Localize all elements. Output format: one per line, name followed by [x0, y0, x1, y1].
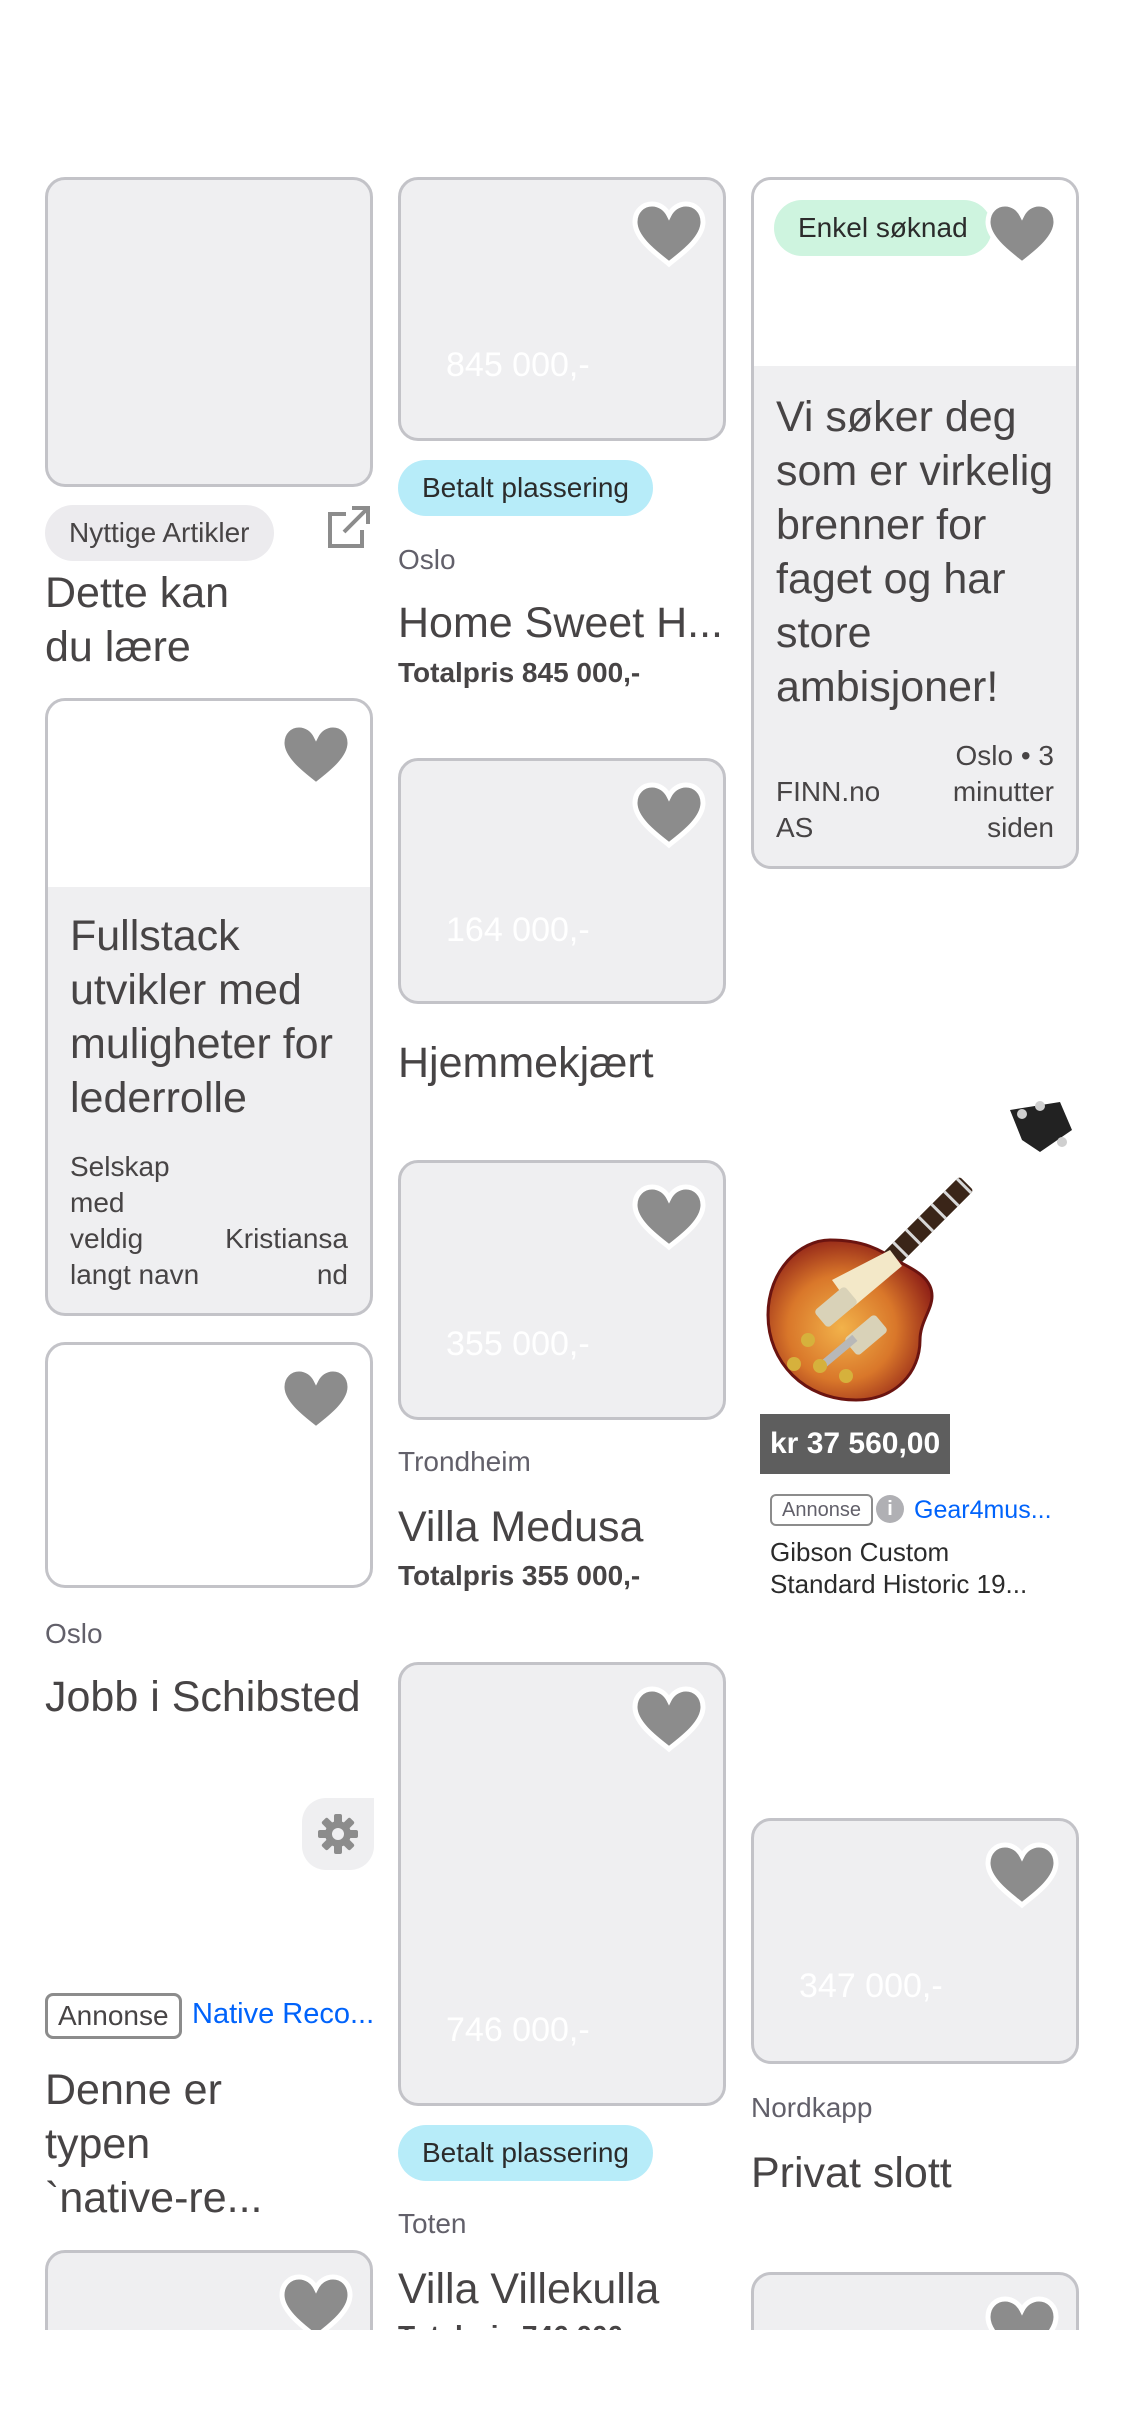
paid-placement-pill: Betalt plassering — [398, 2125, 654, 2181]
native-ad-title[interactable]: Denne er typen `native-re... — [45, 2063, 262, 2225]
favorite-heart-icon[interactable] — [278, 1365, 354, 1433]
job-meta-line: minutter — [952, 776, 1054, 807]
price-overlay: 164 000,- — [446, 911, 590, 949]
ad-source-link[interactable]: Gear4mus... — [914, 1496, 1052, 1525]
favorite-heart-icon[interactable] — [631, 200, 707, 268]
job-title-line: brenner for — [776, 501, 987, 549]
external-link-icon[interactable] — [324, 504, 372, 552]
job-title-line: Vi søker deg — [776, 393, 1017, 441]
favorite-heart-icon[interactable] — [984, 2295, 1060, 2330]
info-icon[interactable]: i — [876, 1495, 904, 1523]
ad-badge: Annonse — [770, 1494, 873, 1526]
item-title[interactable]: Home Sweet H... — [398, 596, 728, 650]
native-title-line: typen — [45, 2120, 151, 2168]
item-total-price: Totalpris 845 000,- — [398, 657, 641, 688]
job-location-line: Kristiansa — [225, 1223, 348, 1254]
paid-placement-pill: Betalt plassering — [398, 460, 654, 516]
job-title-line: ambisjoner! — [776, 663, 999, 711]
item-card-villa-medusa[interactable]: 355 000,- — [398, 1160, 726, 1420]
favorite-heart-icon[interactable] — [631, 1685, 707, 1753]
item-card-privat-slott[interactable]: 347 000,- — [751, 1818, 1079, 2064]
item-location: Toten — [398, 2208, 467, 2239]
item-title[interactable]: Hjemmekjært — [398, 1036, 728, 1090]
favorite-heart-icon[interactable] — [984, 1841, 1060, 1909]
job-card-schibsted-image[interactable] — [45, 1342, 373, 1588]
favorite-heart-icon[interactable] — [278, 721, 354, 789]
price-overlay: 355 000,- — [446, 1325, 590, 1363]
item-card-hjemmekjaert[interactable]: 164 000,- — [398, 758, 726, 1004]
native-source-link[interactable]: Native Reco... — [192, 1998, 374, 2031]
easy-apply-pill: Enkel søknad — [774, 200, 992, 256]
article-title[interactable]: Dette kan du lære — [45, 566, 229, 674]
job-meta: Oslo • 3 minutter siden — [953, 738, 1054, 846]
item-card-home-sweet-home[interactable]: 845 000,- — [398, 177, 726, 441]
ad-price-tag: kr 37 560,00 — [760, 1414, 951, 1474]
article-image[interactable] — [45, 177, 373, 487]
item-title[interactable]: Villa Medusa — [398, 1500, 728, 1554]
job-location: Kristiansa nd — [225, 1221, 348, 1293]
job-company-line: Selskap — [70, 1151, 170, 1182]
job-card-finn[interactable]: Enkel søknad Vi søker deg som er virkeli… — [751, 177, 1079, 869]
item-total-price: Totalpris 355 000,- — [398, 1560, 641, 1591]
item-title[interactable]: Privat slott — [751, 2146, 1081, 2200]
item-title[interactable]: Villa Villekulla — [398, 2262, 728, 2316]
job-meta-line: siden — [987, 812, 1054, 843]
job-company-line: AS — [776, 812, 814, 843]
favorite-heart-icon[interactable] — [984, 200, 1060, 268]
ad-badge: Annonse — [45, 1993, 182, 2039]
job-company-line: veldig — [70, 1223, 144, 1254]
job-company-line: FINN.no — [776, 776, 881, 807]
job-title-line: lederrolle — [70, 1074, 247, 1122]
native-title-line: Denne er — [45, 2066, 222, 2114]
article-title-line: du lære — [45, 623, 191, 671]
job-title-line: store — [776, 609, 872, 657]
job-meta-line: Oslo • 3 — [955, 740, 1054, 771]
favorite-heart-icon[interactable] — [631, 781, 707, 849]
item-location: Trondheim — [398, 1446, 531, 1477]
job-company-line: langt navn — [70, 1259, 200, 1290]
price-overlay: 347 000,- — [799, 1967, 943, 2005]
job-title-line: faget og har — [776, 555, 1006, 603]
item-card-villa-villekulla[interactable]: 746 000,- — [398, 1662, 726, 2106]
job-location-line: nd — [316, 1259, 348, 1290]
results-grid: Nyttige Artikler Dette kan du lære Fulls… — [0, 0, 1125, 2330]
article-title-line: Dette kan — [45, 569, 230, 617]
native-title-line: `native-re... — [45, 2174, 263, 2222]
job-title: Vi søker deg som er virkelig brenner for… — [776, 390, 1053, 714]
settings-button[interactable] — [302, 1798, 374, 1870]
price-overlay: 746 000,- — [446, 2011, 590, 2049]
item-total-price: Totalpris 746 000,- — [398, 2320, 640, 2330]
job-title-line: som er virkelig — [776, 447, 1054, 495]
job-title: Fullstack utvikler med muligheter for le… — [70, 909, 333, 1125]
job-title-line: Fullstack — [70, 912, 240, 960]
job-location: Oslo — [45, 1618, 103, 1649]
ad-title-line: Gibson Custom — [770, 1537, 950, 1567]
job-title-line: utvikler med — [70, 966, 302, 1014]
job-company: FINN.no AS — [776, 774, 880, 846]
gear-icon — [318, 1814, 358, 1854]
favorite-heart-icon[interactable] — [631, 1183, 707, 1251]
job-card-fullstack[interactable]: Fullstack utvikler med muligheter for le… — [45, 698, 373, 1316]
price-overlay: 845 000,- — [446, 346, 590, 384]
ad-title-line: Standard Historic 19... — [770, 1569, 1028, 1599]
job-title-line: muligheter for — [70, 1020, 333, 1068]
item-card-image[interactable] — [45, 2250, 373, 2330]
favorite-heart-icon[interactable] — [278, 2273, 354, 2330]
item-card-image[interactable] — [751, 2272, 1079, 2330]
job-company: Selskap med veldig langt navn — [70, 1149, 199, 1293]
guitar-image[interactable] — [760, 1100, 1080, 1420]
job-company-line: med — [70, 1187, 125, 1218]
job-title[interactable]: Jobb i Schibsted — [45, 1670, 375, 1724]
item-location: Oslo — [398, 544, 456, 575]
article-category-pill: Nyttige Artikler — [45, 505, 274, 561]
ad-title[interactable]: Gibson Custom Standard Historic 19... — [770, 1536, 1027, 1600]
item-location: Nordkapp — [751, 2092, 873, 2123]
